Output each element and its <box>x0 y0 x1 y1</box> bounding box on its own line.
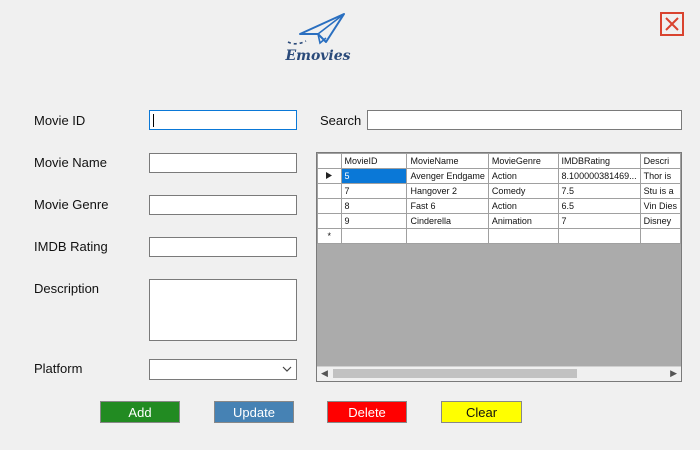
table-cell[interactable]: Comedy <box>487 183 559 199</box>
column-header-movieid[interactable]: MovieID <box>340 153 408 169</box>
movie-genre-label: Movie Genre <box>34 197 109 212</box>
movie-name-label: Movie Name <box>34 155 107 170</box>
row-header-corner <box>317 153 342 169</box>
table-cell[interactable] <box>639 228 681 244</box>
table-cell[interactable]: 8 <box>340 198 408 214</box>
table-cell[interactable]: Thor is <box>639 168 681 184</box>
platform-label: Platform <box>34 361 83 376</box>
table-cell[interactable] <box>557 228 641 244</box>
movie-id-label: Movie ID <box>34 113 86 128</box>
horizontal-scrollbar[interactable]: ◀ ▶ <box>317 366 681 381</box>
column-header-moviegenre[interactable]: MovieGenre <box>487 153 559 169</box>
scroll-left-icon[interactable]: ◀ <box>321 368 328 379</box>
table-cell[interactable]: Action <box>487 168 559 184</box>
update-button[interactable]: Update <box>214 401 294 423</box>
movie-genre-field[interactable] <box>149 195 297 215</box>
movie-name-field[interactable] <box>149 153 297 173</box>
app-logo: Emovies <box>282 10 354 68</box>
table-cell[interactable]: Action <box>487 198 559 214</box>
table-cell[interactable]: Fast 6 <box>406 198 489 214</box>
column-header-moviename[interactable]: MovieName <box>406 153 489 169</box>
add-button[interactable]: Add <box>100 401 180 423</box>
close-button[interactable] <box>660 12 684 36</box>
movies-table: MovieID MovieName MovieGenre IMDBRating … <box>317 153 681 244</box>
movie-id-field[interactable] <box>149 110 297 130</box>
search-label: Search <box>320 113 362 128</box>
table-row[interactable]: 7 Hangover 2 Comedy 7.5 Stu is a <box>317 183 681 199</box>
table-cell[interactable]: 7 <box>557 213 641 229</box>
search-input[interactable] <box>367 110 682 130</box>
imdb-rating-label: IMDB Rating <box>34 239 108 254</box>
grid-header-row: MovieID MovieName MovieGenre IMDBRating … <box>317 153 681 169</box>
logo-text: Emovies <box>285 48 351 64</box>
paper-plane-icon <box>287 13 345 45</box>
new-row-marker: * <box>317 228 342 244</box>
table-cell[interactable]: Stu is a <box>639 183 681 199</box>
table-row[interactable]: 8 Fast 6 Action 6.5 Vin Dies <box>317 198 681 214</box>
table-cell[interactable] <box>406 228 489 244</box>
table-cell[interactable]: 9 <box>340 213 408 229</box>
delete-button[interactable]: Delete <box>327 401 407 423</box>
row-pointer-icon <box>326 172 333 179</box>
movies-grid[interactable]: MovieID MovieName MovieGenre IMDBRating … <box>316 152 682 382</box>
scroll-right-icon[interactable]: ▶ <box>670 368 677 379</box>
row-header[interactable] <box>317 198 342 214</box>
close-icon <box>665 17 679 31</box>
table-cell[interactable]: Vin Dies <box>639 198 681 214</box>
table-cell[interactable] <box>340 228 408 244</box>
table-cell[interactable]: Disney <box>639 213 681 229</box>
table-row[interactable]: 5 Avenger Endgame Action 8.100000381469.… <box>317 168 681 184</box>
table-cell[interactable]: 6.5 <box>557 198 641 214</box>
platform-select[interactable] <box>149 359 297 380</box>
table-cell[interactable]: 7.5 <box>557 183 641 199</box>
table-cell[interactable]: 7 <box>340 183 408 199</box>
table-cell[interactable]: Cinderella <box>406 213 489 229</box>
imdb-rating-field[interactable] <box>149 237 297 257</box>
table-row[interactable]: 9 Cinderella Animation 7 Disney <box>317 213 681 229</box>
table-cell[interactable]: Hangover 2 <box>406 183 489 199</box>
new-row[interactable]: * <box>317 228 681 244</box>
column-header-description[interactable]: Descri <box>639 153 681 169</box>
description-label: Description <box>34 281 100 296</box>
row-header[interactable] <box>317 213 342 229</box>
text-caret <box>153 114 154 127</box>
row-header[interactable] <box>317 168 342 184</box>
table-cell[interactable]: Animation <box>487 213 559 229</box>
table-cell[interactable]: 8.100000381469... <box>557 168 641 184</box>
table-cell[interactable]: Avenger Endgame <box>406 168 489 184</box>
row-header[interactable] <box>317 183 342 199</box>
table-cell[interactable]: 5 <box>340 168 408 184</box>
table-cell[interactable] <box>487 228 559 244</box>
description-field[interactable] <box>149 279 297 341</box>
clear-button[interactable]: Clear <box>441 401 522 423</box>
column-header-imdbrating[interactable]: IMDBRating <box>557 153 641 169</box>
scrollbar-thumb[interactable] <box>333 369 577 378</box>
chevron-down-icon <box>282 366 292 372</box>
